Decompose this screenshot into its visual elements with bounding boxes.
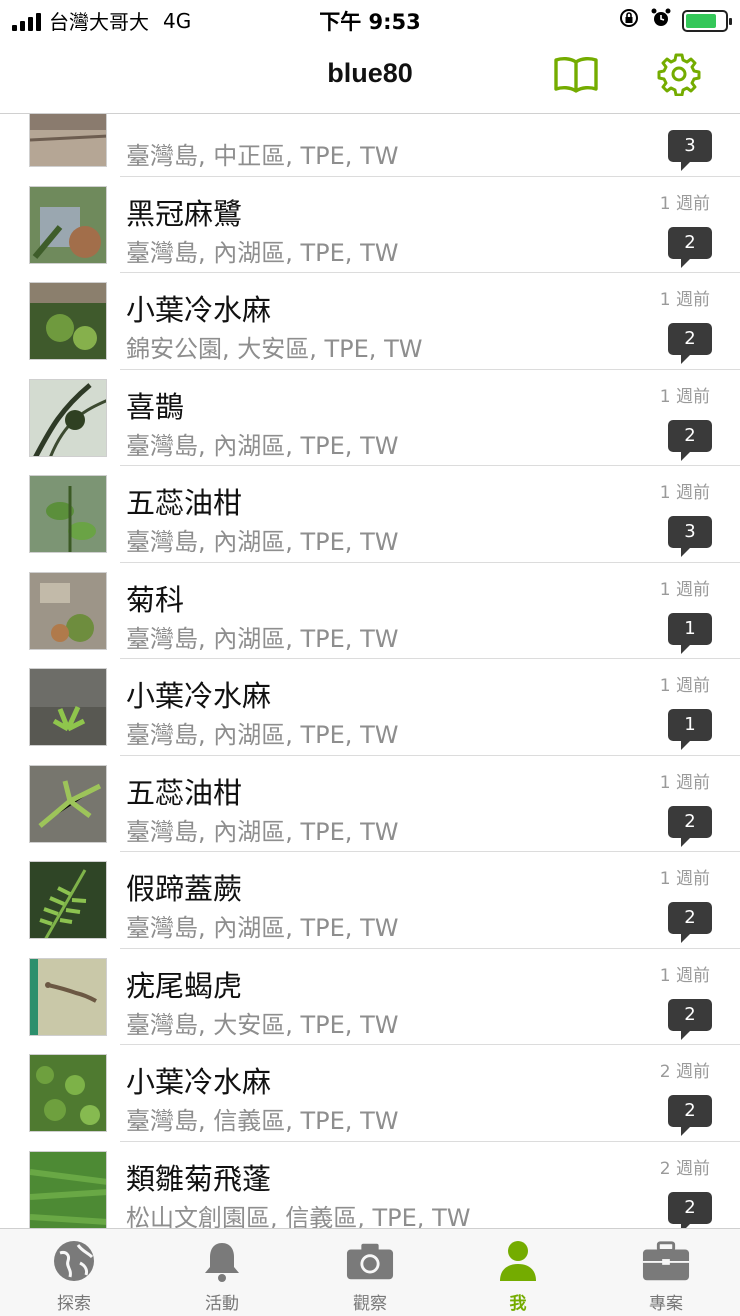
- tab-label: 專案: [649, 1294, 683, 1314]
- observation-place: 臺灣島, 大安區, TPE, TW: [126, 1010, 399, 1039]
- status-right: [618, 7, 732, 34]
- settings-button[interactable]: [655, 52, 703, 100]
- comment-count-badge: 2: [668, 902, 712, 943]
- comment-count-badge: 1: [668, 709, 712, 750]
- comment-count-badge: 2: [668, 419, 712, 461]
- observation-title: 菊科: [126, 582, 185, 617]
- observation-photo: [29, 764, 107, 843]
- tab-label: 活動: [205, 1294, 239, 1314]
- observation-time: 1 週前: [659, 965, 710, 986]
- observation-place: 臺灣島, 內湖區, TPE, TW: [126, 721, 399, 749]
- observation-photo: [29, 957, 107, 1036]
- observation-photo: [29, 114, 107, 167]
- observation-row[interactable]: 假蹄蓋蕨臺灣島, 內湖區, TPE, TW 1 週前 2: [0, 852, 740, 949]
- observation-title: 小葉冷水麻: [126, 1065, 272, 1099]
- observation-time: 1 週前: [659, 579, 710, 600]
- status-bar: 台灣大哥大 4G 下午 9:53: [0, 0, 740, 40]
- tab-person[interactable]: 我: [444, 1229, 592, 1316]
- observation-row[interactable]: 菊科臺灣島, 內湖區, TPE, TW 1 週前 1: [0, 563, 740, 659]
- observation-title: 小葉冷水麻: [126, 293, 272, 327]
- comment-count-badge: 2: [668, 1095, 712, 1136]
- observation-photo: [29, 378, 107, 457]
- observation-time: 1 週前: [659, 869, 710, 889]
- nav-bar: blue80: [0, 40, 740, 114]
- observation-place: 錦安公園, 大安區, TPE, TW: [126, 335, 423, 363]
- guide-button[interactable]: [552, 54, 600, 98]
- observation-row[interactable]: 小葉冷水麻臺灣島, 內湖區, TPE, TW 1 週前 1: [0, 659, 740, 756]
- book-icon: [553, 54, 599, 98]
- observation-row[interactable]: 類雛菊飛蓬松山文創園區, 信義區, TPE, TW 2 週前 2: [0, 1142, 740, 1229]
- gear-icon: [657, 52, 701, 100]
- observation-photo: [29, 571, 107, 650]
- battery-icon: [682, 9, 732, 32]
- observation-row[interactable]: 五蕊油柑臺灣島, 內湖區, TPE, TW 1 週前 2: [0, 756, 740, 852]
- observation-time: 1 週前: [659, 193, 710, 214]
- observation-title: 喜鵲: [126, 389, 185, 424]
- observation-title: 五蕊油柑: [126, 775, 243, 810]
- observation-place: 臺灣島, 內湖區, TPE, TW: [126, 528, 399, 556]
- briefcase-icon: [642, 1239, 690, 1283]
- observation-place: 臺灣島, 內湖區, TPE, TW: [126, 238, 399, 267]
- page-title: blue80: [327, 58, 413, 88]
- observation-place: 臺灣島, 內湖區, TPE, TW: [126, 431, 399, 460]
- observation-row[interactable]: 小葉冷水麻錦安公園, 大安區, TPE, TW 1 週前 2: [0, 273, 740, 370]
- observation-time: 1 週前: [659, 483, 710, 503]
- observation-place: 臺灣島, 中正區, TPE, TW: [126, 142, 399, 170]
- observation-title: 疣尾蝎虎: [126, 968, 243, 1003]
- tab-camera[interactable]: 觀察: [296, 1229, 444, 1316]
- observation-row[interactable]: 小葉冷水麻臺灣島, 信義區, TPE, TW 2 週前 2: [0, 1045, 740, 1142]
- comment-count-badge: 2: [668, 226, 712, 268]
- tab-bell[interactable]: 活動: [148, 1229, 296, 1316]
- observation-row[interactable]: 喜鵲臺灣島, 內湖區, TPE, TW 1 週前 2: [0, 370, 740, 466]
- observation-time: 1 週前: [659, 676, 710, 696]
- observation-place: 臺灣島, 內湖區, TPE, TW: [126, 817, 399, 846]
- tab-label: 觀察: [353, 1294, 387, 1314]
- observation-title: 小葉冷水麻: [126, 679, 272, 713]
- comment-count-badge: 2: [668, 805, 712, 847]
- observation-place: 松山文創園區, 信義區, TPE, TW: [126, 1203, 471, 1229]
- observation-time: 1 週前: [659, 290, 710, 310]
- observation-place: 臺灣島, 信義區, TPE, TW: [126, 1107, 399, 1135]
- comment-count-badge: 3: [668, 516, 712, 557]
- camera-icon: [346, 1239, 394, 1283]
- comment-count-badge: 2: [668, 1191, 712, 1228]
- comment-count-badge: 2: [668, 998, 712, 1040]
- observation-time: 1 週前: [659, 386, 710, 407]
- observation-title: 類雛菊飛蓬: [126, 1161, 272, 1196]
- observation-photo: [29, 475, 107, 553]
- observation-row[interactable]: 黑冠麻鷺臺灣島, 內湖區, TPE, TW 1 週前 2: [0, 177, 740, 273]
- observation-row[interactable]: 疣尾蝎虎臺灣島, 大安區, TPE, TW 1 週前 2: [0, 949, 740, 1045]
- observation-photo: [29, 1150, 107, 1228]
- observation-row[interactable]: 臺灣島, 中正區, TPE, TW 3: [0, 114, 740, 177]
- observation-time: 1 週前: [659, 772, 710, 793]
- observation-photo: [29, 668, 107, 746]
- globe-icon: [50, 1239, 98, 1283]
- observation-photo: [29, 1054, 107, 1132]
- observation-title: 五蕊油柑: [126, 486, 243, 520]
- tab-label: 探索: [57, 1294, 91, 1314]
- comment-count-badge: 3: [668, 130, 712, 171]
- bell-icon: [198, 1239, 246, 1283]
- observation-title: 黑冠麻鷺: [126, 196, 243, 231]
- observation-row[interactable]: 五蕊油柑臺灣島, 內湖區, TPE, TW 1 週前 3: [0, 466, 740, 563]
- observation-photo: [29, 185, 107, 264]
- observation-time: 2 週前: [659, 1158, 710, 1179]
- comment-count-badge: 2: [668, 323, 712, 364]
- rotation-lock-icon: [618, 7, 640, 34]
- observation-place: 臺灣島, 內湖區, TPE, TW: [126, 624, 399, 653]
- alarm-icon: [650, 7, 672, 34]
- observation-title: 假蹄蓋蕨: [126, 872, 243, 906]
- observation-time: 2 週前: [659, 1062, 710, 1082]
- tab-globe[interactable]: 探索: [0, 1229, 148, 1316]
- observation-photo: [29, 282, 107, 360]
- tab-briefcase[interactable]: 專案: [592, 1229, 740, 1316]
- observation-place: 臺灣島, 內湖區, TPE, TW: [126, 914, 399, 942]
- person-icon: [494, 1239, 542, 1283]
- comment-count-badge: 1: [668, 612, 712, 654]
- tab-bar: 探索 活動 觀察 我 專案: [0, 1228, 740, 1316]
- tab-label: 我: [509, 1294, 527, 1314]
- observation-photo: [29, 861, 107, 939]
- observation-list[interactable]: 臺灣島, 中正區, TPE, TW 3 黑冠麻鷺臺灣島, 內湖區, TPE, TW 1…: [0, 114, 740, 1228]
